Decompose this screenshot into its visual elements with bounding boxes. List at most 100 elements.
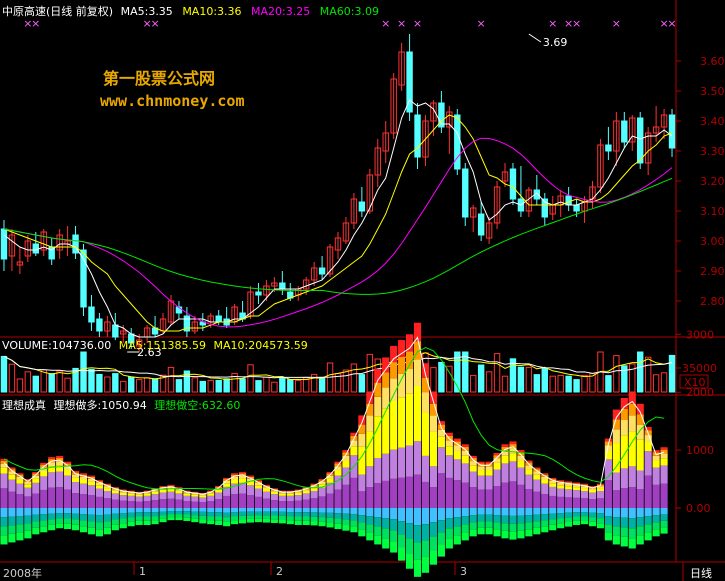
price-tick-label: 3.60 (700, 55, 725, 68)
indicator-long-segment (215, 499, 223, 508)
volume-bar (128, 376, 135, 393)
indicator-short-segment (199, 515, 207, 520)
indicator-long-segment (286, 501, 294, 508)
volume-bar (56, 370, 63, 393)
candle-body (215, 315, 222, 323)
indicator-long-segment (318, 496, 326, 508)
indicator-long-segment (48, 472, 56, 488)
indicator-short-segment (40, 514, 48, 521)
indicator-short-segment (151, 512, 159, 517)
indicator-long-segment (612, 429, 620, 444)
indicator-short-segment (413, 525, 422, 543)
indicator-short-segment (175, 517, 183, 521)
indicator-short-segment (652, 529, 660, 537)
volume-bar (366, 353, 374, 393)
indicator-long-segment (588, 488, 597, 490)
indicator-name: 理想成真 (2, 399, 46, 412)
indicator-long-segment (87, 481, 96, 486)
indicator-short-segment (151, 516, 159, 521)
indicator-long-segment (493, 462, 501, 470)
candle-body (88, 306, 95, 323)
price-tick-label: 2.80 (700, 295, 725, 308)
indicator-long-segment (270, 491, 278, 495)
volume-bar (48, 373, 55, 393)
indicator-long-segment (580, 498, 589, 508)
indicator-short-segment (405, 538, 414, 554)
indicator-short-segment (660, 527, 668, 534)
candle-body (318, 267, 326, 275)
indicator-short-segment (16, 532, 24, 541)
indicator-long-segment (636, 439, 644, 471)
indicator-long-segment (565, 497, 573, 508)
indicator-short-segment (32, 514, 40, 522)
volume-bar (215, 379, 222, 393)
indicator-long-segment (588, 499, 597, 508)
indicator-short-segment (326, 517, 334, 523)
indicator-short-segment (278, 515, 286, 520)
indicator-long-segment (262, 498, 271, 508)
indicator-long-segment (111, 493, 119, 500)
indicator-short-segment (8, 525, 16, 534)
indicator-long-segment (262, 489, 271, 492)
indicator-long-segment (151, 494, 159, 501)
indicator-short-segment (87, 508, 96, 515)
indicator-short-segment (660, 514, 668, 521)
indicator-long-segment (119, 500, 127, 508)
indicator-long-segment (223, 483, 231, 487)
indicator-short-segment (366, 532, 374, 541)
indicator-short-segment (318, 512, 326, 518)
indicator-long-segment (374, 382, 382, 397)
indicator-long-segment (596, 490, 605, 499)
indicator-long-segment (246, 485, 255, 496)
indicator-long-segment (405, 393, 414, 446)
indicator-short-segment (0, 535, 8, 545)
indicator-long-segment (111, 490, 119, 494)
indicator-short-segment (398, 534, 406, 548)
watermark-url: www.chnmoney.com (100, 92, 245, 110)
indicator-short-segment (223, 508, 231, 513)
indicator-short-segment (485, 527, 493, 535)
indicator-short-segment (549, 508, 557, 514)
price-tick-label: 3.20 (700, 175, 725, 188)
ma5-line (3, 99, 673, 338)
volume-bar (16, 378, 24, 393)
indicator-short-segment (334, 508, 342, 514)
indicator-long-segment (294, 500, 302, 508)
indicator-short-segment (573, 508, 581, 513)
volume-bar (120, 380, 127, 393)
indicator-long-segment (238, 478, 247, 483)
indicator-short-segment (254, 518, 263, 523)
indicator-long-segment (374, 396, 382, 417)
indicator-long-segment (87, 475, 96, 477)
indicator-long-segment (588, 492, 597, 500)
indicator-short-segment (246, 518, 255, 523)
indicator-long-segment (541, 479, 549, 484)
indicator-long-segment (159, 489, 167, 493)
indicator-long-segment (390, 478, 398, 508)
indicator-short-segment (143, 520, 151, 526)
indicator-long-segment (445, 477, 453, 508)
indicator-long-segment (48, 457, 56, 460)
indicator-short-segment (525, 529, 533, 537)
indicator-short-segment (151, 508, 159, 513)
indicator-short-segment (549, 524, 557, 531)
indicator-short-segment (8, 533, 16, 543)
period-selector[interactable]: 日线 (690, 565, 712, 581)
volume-bar (239, 378, 246, 393)
indicator-short-segment (469, 529, 477, 537)
indicator-short-segment (620, 517, 628, 528)
indicator-short-segment (374, 535, 382, 545)
indicator-short-segment (215, 508, 223, 513)
indicator-short-segment (223, 521, 231, 527)
volume-bar (477, 364, 485, 393)
volume-bar (207, 379, 214, 393)
indicator-short-segment (533, 514, 541, 522)
indicator-short-segment (56, 508, 64, 514)
indicator-long-segment (652, 460, 660, 468)
indicator-long-segment (199, 501, 207, 508)
indicator-long-segment (175, 493, 183, 500)
indicator-short-segment (119, 518, 127, 524)
main-header: 中原高速(日线 前复权) MA5:3.35 MA10:3.36 MA20:3.2… (2, 3, 379, 19)
indicator-short-segment (413, 508, 422, 526)
indicator-long-segment (278, 492, 286, 494)
